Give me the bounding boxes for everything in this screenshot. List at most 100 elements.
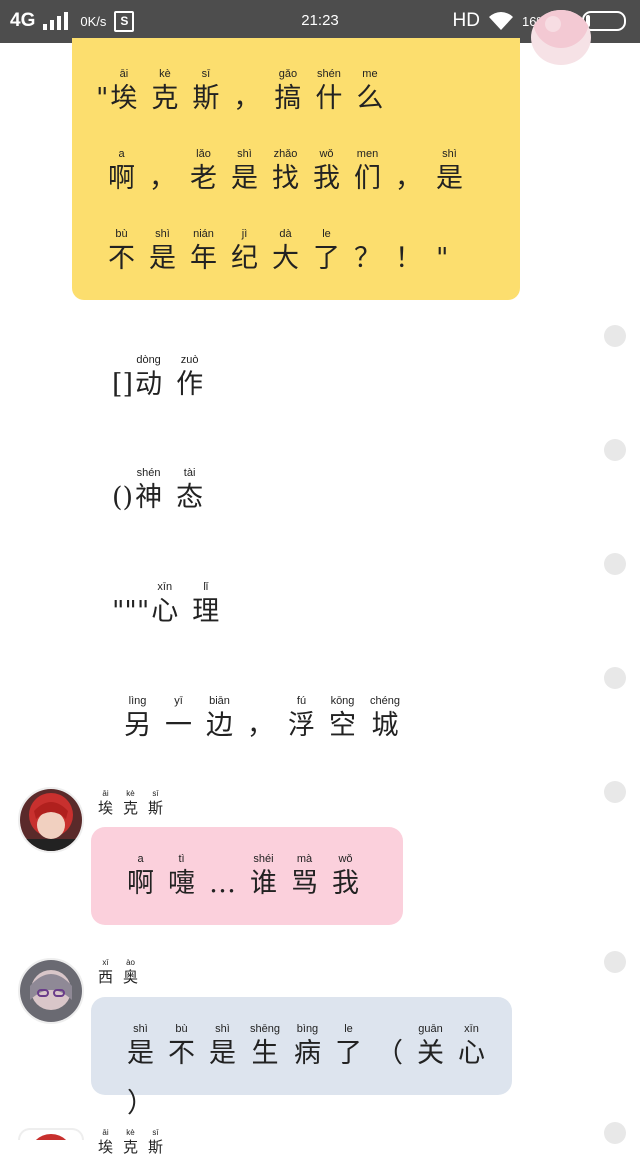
hanzi-with-pinyin: nián 年 [190, 226, 217, 276]
avatar[interactable] [531, 10, 591, 65]
pinyin: kè [126, 1128, 135, 1137]
hanzi: 纪 [231, 243, 258, 274]
hanzi-with-pinyin: chéng 城 [370, 693, 400, 743]
hanzi-with-pinyin: shēng 生 [250, 1021, 280, 1071]
hanzi: 找 [272, 163, 299, 194]
select-circle[interactable] [604, 1122, 626, 1144]
hanzi: 空 [329, 710, 356, 741]
bracket-symbol: " [96, 83, 109, 114]
hanzi-with-pinyin: shì 是 [231, 146, 258, 196]
pinyin: me [362, 68, 378, 80]
message-line: a 啊 ， lǎo 老 shì 是 zhǎo 找 wǒ 我 men 们 ， shì 是 [108, 146, 477, 196]
hanzi: 是 [149, 243, 176, 274]
wifi-icon [488, 12, 513, 30]
hanzi: 西 [98, 968, 114, 986]
pinyin: shēng [250, 1023, 280, 1035]
hanzi: 埃 [98, 799, 114, 817]
pinyin: kè [126, 789, 135, 798]
select-circle[interactable] [604, 667, 626, 689]
hanzi: 老 [190, 163, 217, 194]
hanzi: " [436, 243, 449, 274]
hanzi-with-pinyin: bù 不 [108, 226, 135, 276]
hanzi: 不 [108, 243, 135, 274]
pinyin: shì [215, 1023, 230, 1035]
message-bubble-pink[interactable]: a 啊 tì 嚏 … shéi 谁 mà 骂 wǒ 我 [91, 827, 403, 925]
narration-line: lìng 另 yī 一 biān 边 ， fú 浮 kōng 空 chéng 城 [124, 693, 414, 743]
pinyin: shén [316, 68, 341, 80]
hanzi-with-pinyin: fú 浮 [288, 693, 315, 743]
pinyin: nián [193, 228, 214, 240]
hanzi: 骂 [291, 868, 318, 899]
select-circle[interactable] [604, 951, 626, 973]
hanzi: 生 [251, 1038, 279, 1069]
hanzi-with-pinyin: ， [149, 146, 176, 196]
bracket-symbol: """ [112, 596, 150, 627]
hanzi-with-pinyin: men 们 [354, 146, 381, 196]
hanzi-with-pinyin: lǎo 老 [190, 146, 217, 196]
bracket-symbol: () [112, 482, 134, 513]
pinyin: zhǎo [273, 148, 298, 160]
hanzi: 边 [206, 710, 233, 741]
message-bubble-yellow[interactable]: " āi 埃 kè 克 sī 斯 ， gǎo 搞 shén 什 me 么 a 啊 ， lǎo 老 shì 是 zhǎo 找… [72, 38, 520, 300]
narration-line: """ xīn 心 lǐ 理 [112, 579, 233, 629]
hanzi: ， [233, 83, 261, 114]
hanzi: 另 [124, 710, 151, 741]
hanzi-with-pinyin: gǎo 搞 [274, 66, 301, 116]
hanzi-with-pinyin: lìng 另 [124, 693, 151, 743]
select-circle[interactable] [604, 553, 626, 575]
hanzi-with-pinyin: jì 纪 [231, 226, 258, 276]
narration-line: () shén 神 tài 态 [112, 465, 217, 515]
hanzi-with-pinyin: tài 态 [176, 465, 203, 515]
hanzi: 是 [436, 163, 463, 194]
hanzi-with-pinyin: sī 斯 [148, 789, 163, 817]
sender-name: xī 西 ào 奥 [98, 958, 148, 986]
hanzi: 城 [371, 710, 399, 741]
hanzi-with-pinyin: tì 嚏 [168, 851, 195, 901]
hanzi: 年 [190, 243, 217, 274]
hanzi: ， [395, 163, 422, 194]
pinyin: a [118, 148, 125, 160]
avatar[interactable] [18, 1128, 84, 1140]
pinyin: bù [175, 1023, 188, 1035]
bracket-symbol: [] [112, 369, 134, 400]
hanzi-with-pinyin: ！ [395, 226, 422, 276]
hanzi: 态 [176, 482, 204, 513]
hanzi: 埃 [98, 1138, 114, 1156]
hanzi-with-pinyin: shì 是 [127, 1021, 154, 1071]
hanzi-with-pinyin: yī 一 [165, 693, 192, 743]
pinyin: yī [174, 695, 183, 707]
hanzi-with-pinyin: ào 奥 [123, 958, 138, 986]
hanzi-with-pinyin: （ [376, 1021, 403, 1071]
pinyin: xī [102, 958, 109, 967]
pinyin: tì [178, 853, 185, 865]
hd-indicator: HD [452, 10, 480, 31]
hanzi: 关 [416, 1038, 444, 1069]
select-circle[interactable] [604, 439, 626, 461]
pinyin: bù [115, 228, 128, 240]
message-bubble-blue[interactable]: shì 是 bù 不 shì 是 shēng 生 bìng 病 le 了 （ guān 关 xīn 心 ） [91, 997, 512, 1119]
pinyin: le [344, 1023, 353, 1035]
hanzi-with-pinyin: kōng 空 [329, 693, 356, 743]
avatar[interactable] [18, 958, 84, 1024]
hanzi-with-pinyin: xī 西 [98, 958, 113, 986]
message-line: " āi 埃 kè 克 sī 斯 ， gǎo 搞 shén 什 me 么 [96, 66, 397, 116]
sender-name: āi 埃 kè 克 sī 斯 [98, 1128, 173, 1156]
pinyin: dà [279, 228, 292, 240]
hanzi: … [209, 868, 236, 899]
hanzi-with-pinyin: shì 是 [149, 226, 176, 276]
pinyin: kōng [330, 695, 355, 707]
sender-name: āi 埃 kè 克 sī 斯 [98, 789, 173, 817]
select-circle[interactable] [604, 781, 626, 803]
pinyin: shì [155, 228, 170, 240]
hanzi: 大 [272, 243, 299, 274]
hanzi-with-pinyin: bìng 病 [294, 1021, 321, 1071]
pinyin: le [322, 228, 331, 240]
hanzi: 嚏 [168, 868, 195, 899]
pinyin: biān [209, 695, 230, 707]
hanzi-with-pinyin: shéi 谁 [250, 851, 277, 901]
select-circle[interactable] [604, 325, 626, 347]
avatar[interactable] [18, 787, 84, 853]
hanzi-with-pinyin: āi 埃 [98, 789, 113, 817]
hanzi-with-pinyin: sī 斯 [148, 1128, 163, 1156]
hanzi-with-pinyin: xīn 心 [151, 579, 178, 629]
